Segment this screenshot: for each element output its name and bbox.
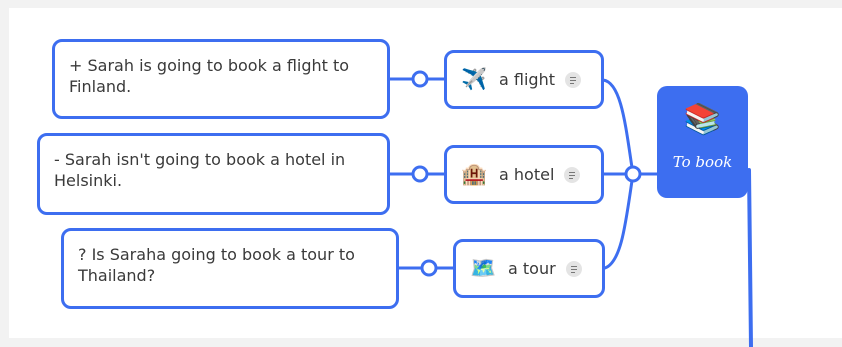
root-descending-line — [747, 168, 753, 347]
topic-label: a tour — [508, 259, 556, 278]
topic-label: a flight — [499, 70, 555, 89]
collapse-toggle-tour — [420, 259, 438, 277]
collapse-toggle-hotel — [411, 165, 429, 183]
hotel-icon: 🏨 — [461, 162, 488, 186]
topic-label: a hotel — [499, 165, 555, 184]
map-icon: 🗺️ — [470, 256, 497, 280]
root-topic[interactable]: 📚 To book — [657, 86, 748, 198]
note-icon[interactable] — [564, 71, 581, 88]
note-icon[interactable] — [565, 260, 582, 277]
collapse-toggle-flight — [411, 70, 429, 88]
connector-root-flight — [601, 78, 635, 176]
root-topic-title: To book — [672, 153, 733, 171]
collapse-toggle-root — [624, 165, 642, 183]
note-tour[interactable]: ? Is Saraha going to book a tour to Thai… — [61, 228, 399, 309]
note-hotel[interactable]: - Sarah isn't going to book a hotel in H… — [37, 133, 390, 215]
topic-a-hotel[interactable]: 🏨 a hotel — [444, 145, 604, 204]
books-icon: 📚 — [683, 102, 722, 137]
topic-a-flight[interactable]: ✈️ a flight — [444, 50, 604, 109]
connector-root-tour — [603, 172, 635, 270]
note-flight[interactable]: + Sarah is going to book a flight to Fin… — [52, 39, 390, 119]
note-icon[interactable] — [564, 166, 581, 183]
airplane-icon: ✈️ — [461, 67, 488, 91]
topic-a-tour[interactable]: 🗺️ a tour — [453, 239, 605, 298]
